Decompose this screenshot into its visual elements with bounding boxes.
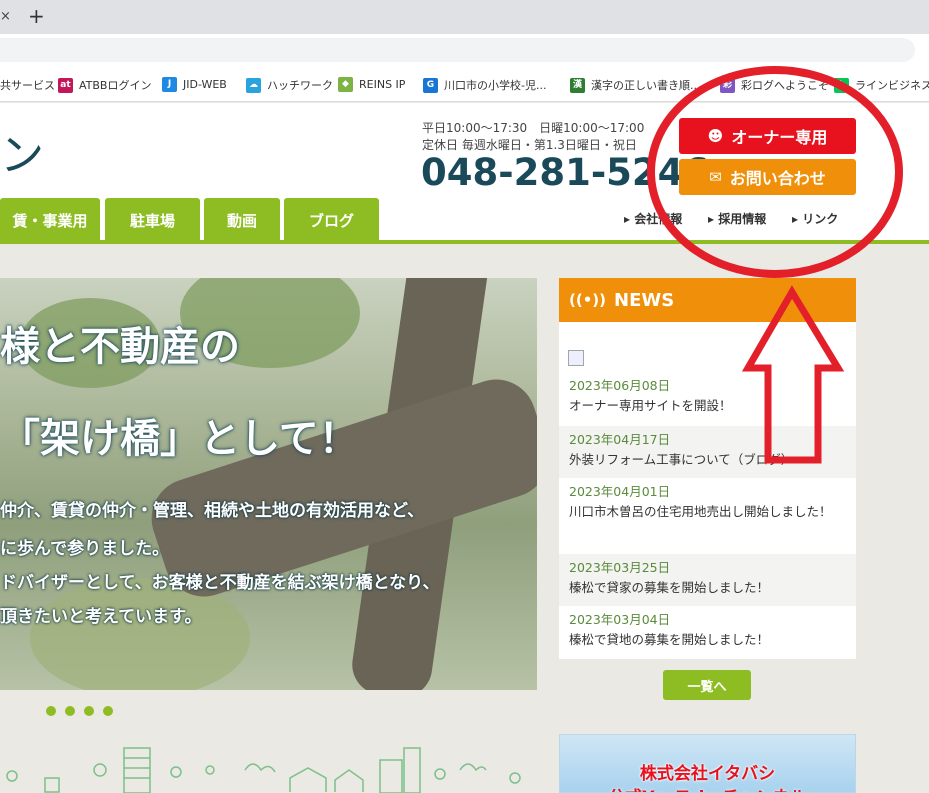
browser-tab-strip: × + [0, 0, 929, 34]
sublink-company[interactable]: ▸ 会社情報 [624, 210, 682, 227]
bookmark-item[interactable]: 共サービス [0, 77, 55, 93]
nav-tab-rental-business[interactable]: 賃・事業用 [0, 198, 100, 242]
cloud-icon: ☁ [246, 77, 261, 93]
nav-tab-video[interactable]: 動画 [204, 198, 280, 242]
ayalog-icon: 彩 [720, 77, 735, 93]
nav-tab-blog[interactable]: ブログ [284, 198, 379, 242]
news-item[interactable]: 2023年06月08日 オーナー専用サイトを開設！ [559, 376, 856, 416]
hero-text-line: 頂きたいと考えています。 [0, 607, 202, 627]
youtube-banner-line2: 公式YouTubeチャンネル [560, 783, 855, 792]
news-date: 2023年06月08日 [569, 378, 671, 393]
contact-label: お問い合わせ [729, 169, 826, 188]
news-header: ((•)) NEWS [559, 278, 856, 322]
kanji-icon: 漢 [570, 77, 585, 93]
bookmark-label: ATBBログイン [79, 79, 152, 92]
news-date: 2023年04月01日 [569, 484, 671, 499]
bookmark-item[interactable]: L ラインビジネス [834, 77, 929, 93]
slider-dot[interactable] [103, 706, 113, 716]
line-icon: L [834, 77, 849, 93]
news-item[interactable]: 2023年04月17日 外装リフォーム工事について（ブログ） [559, 426, 856, 478]
contact-button[interactable]: ✉ お問い合わせ [679, 159, 856, 195]
bookmark-item[interactable]: ☁ ハッチワーク [246, 77, 333, 93]
address-bar [0, 34, 929, 66]
news-item-title[interactable]: オーナー専用サイトを開設！ [569, 396, 846, 416]
news-item[interactable]: 2023年03月04日 榛松で貸地の募集を開始しました！ [559, 610, 856, 650]
news-date: 2023年03月04日 [569, 612, 671, 627]
sublink-label: 採用情報 [718, 212, 767, 226]
news-item-title[interactable]: 外装リフォーム工事について（ブログ） [569, 450, 846, 470]
g-icon: G [423, 77, 438, 93]
business-hours: 平日10:00～17:30 日曜10:00～17:00 定休日 毎週水曜日・第1… [422, 120, 644, 154]
bookmark-item[interactable]: ◆ REINS IP [338, 77, 405, 92]
bookmark-label: 彩ログへようこそ [741, 79, 829, 92]
news-item-title[interactable]: 榛松で貸地の募集を開始しました！ [569, 630, 846, 650]
hours-line: 平日10:00～17:30 日曜10:00～17:00 [422, 121, 645, 135]
town-illustration [6, 747, 521, 793]
bookmark-label: ハッチワーク [267, 79, 333, 92]
address-field[interactable] [0, 38, 915, 62]
slider-dot[interactable] [65, 706, 75, 716]
news-panel: ((•)) NEWS 2023年06月08日 オーナー専用サイトを開設！ 202… [559, 278, 856, 659]
bookmark-item[interactable]: at ATBBログイン [58, 77, 151, 93]
at-icon: at [58, 77, 73, 93]
owner-only-button[interactable]: ☻ オーナー専用 [679, 118, 856, 154]
news-more-button[interactable]: 一覧へ [663, 670, 751, 700]
hero-text-line: 仲介、賃貸の仲介・管理、相続や土地の有効活用など、 [0, 501, 425, 521]
sublink-label: 会社情報 [634, 212, 683, 226]
youtube-banner-line1: 株式会社イタバシ [639, 764, 776, 784]
slider-dot[interactable] [84, 706, 94, 716]
new-tab-icon[interactable]: + [28, 4, 45, 28]
foliage [30, 578, 250, 690]
hero-heading-line1: 様と不動産の [0, 323, 240, 370]
bookmark-label: JID-WEB [183, 78, 227, 91]
sublink-links[interactable]: ▸ リンク [792, 210, 838, 227]
broadcast-icon: ((•)) [569, 291, 607, 309]
phone-number[interactable]: 048-281-5246 [421, 151, 709, 194]
bookmark-label: 共サービス [0, 79, 55, 92]
news-item-title[interactable]: 榛松で貸家の募集を開始しました！ [569, 578, 846, 598]
bookmark-item[interactable]: G 川口市の小学校-児... [423, 77, 546, 93]
bookmark-item[interactable]: J JID-WEB [162, 77, 227, 92]
site-logo[interactable]: ン [0, 119, 44, 183]
sublink-label: リンク [802, 212, 839, 226]
owner-only-label: オーナー専用 [731, 128, 828, 147]
youtube-banner[interactable]: 株式会社イタバシ 公式YouTubeチャンネル [559, 734, 856, 793]
hero-text-line: に歩んで参りました。 [0, 539, 170, 559]
diamond-icon: ◆ [338, 77, 353, 92]
mail-icon: ✉ [709, 168, 722, 186]
hero-slider[interactable]: 様と不動産の 「架け橋」として！ 仲介、賃貸の仲介・管理、相続や土地の有効活用な… [0, 278, 537, 690]
hero-heading-line2: 「架け橋」として！ [0, 415, 359, 462]
nav-tab-parking[interactable]: 駐車場 [105, 198, 200, 242]
bookmark-label: REINS IP [359, 78, 406, 91]
news-date: 2023年04月17日 [569, 432, 671, 447]
bookmark-label: 漢字の正しい書き順... [591, 79, 701, 92]
bookmark-item[interactable]: 彩彩ログへようこそ [720, 77, 829, 93]
news-item-title[interactable]: 川口市木曽呂の住宅用地売出し開始しました！ [569, 502, 846, 522]
sublink-recruit[interactable]: ▸ 採用情報 [708, 210, 766, 227]
hero-text-line: ドバイザーとして、お客様と不動産を結ぶ架け橋となり、 [0, 573, 440, 593]
bookmark-label: ラインビジネス [855, 79, 929, 92]
user-icon: ☻ [707, 127, 724, 145]
j-icon: J [162, 77, 177, 92]
news-item[interactable]: 2023年04月01日 川口市木曽呂の住宅用地売出し開始しました！ [559, 482, 856, 522]
bookmark-item[interactable]: 漢漢字の正しい書き順... [570, 77, 701, 93]
bookmark-label: 川口市の小学校-児... [444, 79, 547, 92]
bookmarks-bar: 共サービス at ATBBログイン J JID-WEB ☁ ハッチワーク ◆ REINS… [0, 66, 929, 102]
broken-image-icon [568, 350, 584, 366]
header-divider [0, 240, 929, 244]
slider-pagination [46, 706, 113, 716]
news-title: NEWS [614, 289, 675, 311]
slider-dot[interactable] [46, 706, 56, 716]
news-date: 2023年03月25日 [569, 560, 671, 575]
news-item[interactable]: 2023年03月25日 榛松で貸家の募集を開始しました！ [559, 554, 856, 606]
tab-close-icon[interactable]: × [0, 9, 11, 24]
site-header: ン 平日10:00～17:30 日曜10:00～17:00 定休日 毎週水曜日・… [0, 103, 929, 243]
